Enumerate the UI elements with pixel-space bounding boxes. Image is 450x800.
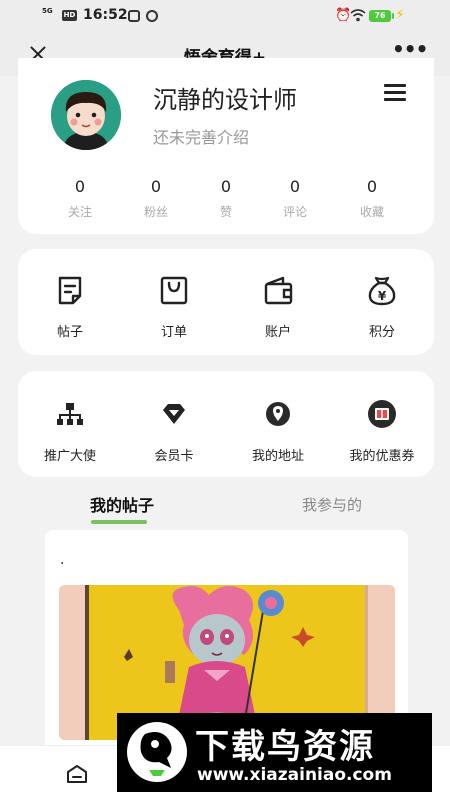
watermark-banner: 下载鸟资源 www.xiazainiao.com: [117, 713, 432, 792]
username: 沉静的设计师: [153, 86, 297, 114]
notification-app-icon: [146, 10, 158, 22]
home-icon[interactable]: [66, 764, 88, 784]
menu-item-label: 会员卡: [154, 449, 194, 464]
signal-indicator: 5G: [42, 7, 53, 15]
stat-likes[interactable]: 0 赞: [196, 177, 256, 220]
menu-item-coupons[interactable]: 我的优惠券: [342, 397, 422, 464]
diamond-icon: [163, 404, 185, 424]
menu-item-label: 我的优惠券: [349, 449, 415, 464]
stat-value: 0: [150, 177, 162, 196]
profile-card: 沉静的设计师 还未完善介绍 0 关注 0 粉丝 0 赞 0 评论 0 收藏: [18, 58, 434, 234]
menu-item-orders[interactable]: 订单: [134, 273, 214, 340]
status-bar: 5G HD 16:52 ⏰ 76 ⚡: [0, 0, 450, 32]
stat-value: 0: [220, 177, 232, 196]
stat-value: 0: [289, 177, 301, 196]
menu-item-posts[interactable]: 帖子: [30, 273, 110, 340]
hamburger-menu-icon[interactable]: [384, 84, 406, 102]
svg-text:¥: ¥: [378, 289, 387, 303]
menu-item-label: 账户: [264, 325, 291, 340]
coupon-icon: [368, 400, 396, 428]
post-text: .: [60, 552, 65, 568]
tab-my-posts[interactable]: 我的帖子: [90, 492, 154, 516]
org-chart-icon: [57, 403, 83, 425]
battery-icon: 76: [369, 10, 394, 22]
alarm-icon: ⏰: [335, 8, 352, 23]
avatar-illustration: [51, 80, 121, 150]
menu-item-address[interactable]: 我的地址: [238, 397, 318, 464]
service-menu-card: 推广大使 会员卡 我的地址 我的优惠券: [18, 371, 434, 477]
status-time: 16:52: [83, 7, 128, 23]
stat-label: 赞: [219, 205, 232, 219]
stat-value: 0: [74, 177, 86, 196]
wallet-icon: [264, 276, 293, 305]
quick-menu-card: 帖子 订单 账户 ¥ 积分: [18, 249, 434, 355]
stat-label: 收藏: [359, 205, 384, 219]
network-badge: HD: [62, 10, 77, 21]
tab-participated[interactable]: 我参与的: [302, 494, 362, 515]
menu-item-account[interactable]: 账户: [238, 273, 318, 340]
stat-label: 评论: [282, 205, 307, 219]
post-icon: [58, 276, 82, 305]
menu-item-promoter[interactable]: 推广大使: [30, 397, 110, 464]
stat-followers[interactable]: 0 粉丝: [126, 177, 186, 220]
menu-item-membership[interactable]: 会员卡: [134, 397, 214, 464]
bird-logo-icon: [127, 722, 187, 782]
stat-following[interactable]: 0 关注: [50, 177, 110, 220]
wifi-icon: [350, 9, 366, 22]
watermark-title: 下载鸟资源: [195, 727, 375, 767]
notification-app-icon: [128, 10, 140, 22]
active-tab-indicator: [91, 520, 147, 524]
stat-value: 0: [366, 177, 378, 196]
location-pin-icon: [266, 402, 290, 426]
menu-item-label: 帖子: [56, 325, 83, 340]
menu-item-label: 我的地址: [251, 449, 304, 464]
stat-favorites[interactable]: 0 收藏: [342, 177, 402, 220]
menu-item-points[interactable]: ¥ 积分: [342, 273, 422, 340]
money-bag-icon: ¥: [368, 276, 396, 306]
profile-bio[interactable]: 还未完善介绍: [153, 124, 249, 148]
stat-comments[interactable]: 0 评论: [265, 177, 325, 220]
shopping-bag-icon: [160, 276, 188, 305]
watermark-url: www.xiazainiao.com: [197, 765, 392, 785]
avatar[interactable]: [51, 80, 121, 150]
stat-label: 粉丝: [143, 205, 168, 219]
menu-item-label: 订单: [160, 325, 187, 340]
menu-item-label: 推广大使: [43, 449, 96, 464]
charging-icon: ⚡: [395, 7, 405, 23]
stat-label: 关注: [67, 205, 92, 219]
menu-item-label: 积分: [368, 325, 395, 340]
